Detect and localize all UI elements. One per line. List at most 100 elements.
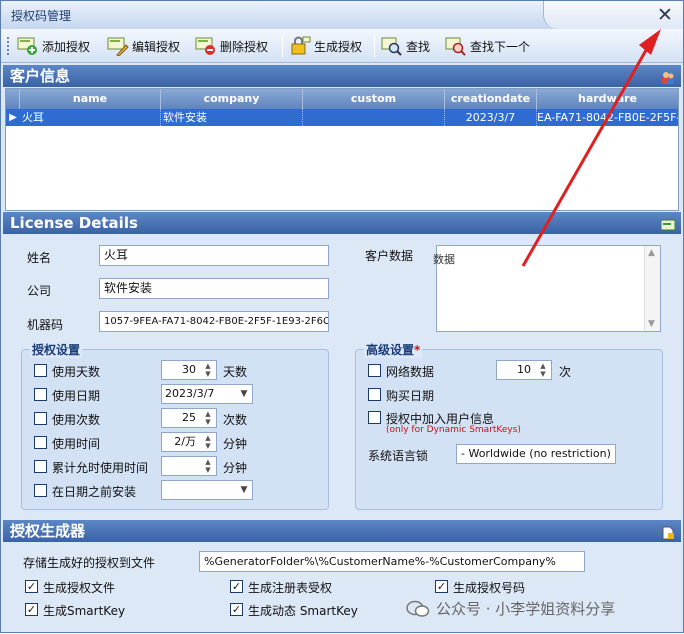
delete-license-label: 删除授权: [220, 39, 269, 54]
gen-license-file-label: 生成授权文件: [43, 581, 116, 595]
company-field[interactable]: 软件安装: [99, 278, 329, 299]
auth-settings-group: 授权设置 使用天数 30 ▲ ▼ 天数 使用日期 2023/3/7 ▼ 使用次数 25…: [21, 341, 329, 510]
customer-section-title: 客户信息: [10, 67, 71, 85]
cell-creationdate[interactable]: 2023/3/7: [445, 109, 537, 126]
use-date-label: 使用日期: [52, 389, 101, 403]
use-time-spinner[interactable]: 2/万 ▲ ▼: [161, 432, 217, 452]
wechat-logo-icon: [406, 599, 430, 619]
column-header-creationdate[interactable]: creationdate: [445, 89, 537, 109]
buy-date-checkbox[interactable]: [368, 388, 381, 401]
use-days-label: 使用天数: [52, 365, 101, 379]
license-section-header: License Details: [3, 212, 681, 234]
use-date-value: 2023/3/7: [165, 387, 215, 400]
save-path-field[interactable]: %GeneratorFolder%\%CustomerName%-%Custom…: [199, 551, 585, 572]
find-next-label: 查找下一个: [470, 39, 531, 54]
toolbar-grip[interactable]: [7, 37, 10, 55]
cumulative-time-unit: 分钟: [223, 461, 248, 475]
spinner-arrows-icon[interactable]: ▲ ▼: [536, 362, 550, 378]
window-title: 授权码管理: [11, 9, 72, 23]
use-date-picker[interactable]: 2023/3/7 ▼: [161, 384, 253, 404]
language-lock-select[interactable]: - Worldwide (no restriction): [456, 444, 616, 464]
use-count-spinner[interactable]: 25 ▲ ▼: [161, 408, 217, 428]
user-info-checkbox[interactable]: [368, 411, 381, 424]
machine-code-label: 机器码: [27, 318, 64, 332]
watermark: 公众号 · 小李学姐资料分享: [406, 598, 615, 619]
use-time-checkbox[interactable]: [34, 436, 47, 449]
edit-license-button[interactable]: 编辑授权: [107, 33, 180, 59]
spinner-arrows-icon[interactable]: ▲ ▼: [201, 410, 215, 426]
language-lock-label: 系统语言锁: [368, 449, 429, 463]
gen-license-file-checkbox[interactable]: ✓: [25, 580, 38, 593]
table-row[interactable]: ▶ 火耳 软件安装 2023/3/7 EA-FA71-8042-FB0E-2F5…: [6, 109, 678, 126]
gen-smartkey-label: 生成SmartKey: [43, 604, 126, 618]
row-selector[interactable]: ▶: [6, 109, 20, 126]
find-icon: [381, 36, 403, 56]
scroll-down-icon[interactable]: ▼: [648, 319, 655, 329]
advanced-settings-title: 高级设置*: [364, 341, 423, 358]
gen-registry-label: 生成注册表受权: [248, 581, 333, 595]
find-next-icon: [445, 36, 467, 56]
find-label: 查找: [406, 39, 431, 54]
auth-settings-title: 授权设置: [30, 341, 83, 358]
network-data-label: 网络数据: [386, 365, 435, 379]
cumulative-time-spinner[interactable]: ▲ ▼: [161, 456, 217, 476]
use-count-checkbox[interactable]: [34, 412, 47, 425]
license-card-icon: [660, 216, 676, 231]
toolbar: 添加授权 编辑授权 删除授权 生成授权 查找 查找下一个: [1, 29, 683, 63]
spinner-arrows-icon[interactable]: ▲ ▼: [201, 362, 215, 378]
use-days-unit: 天数: [223, 365, 248, 379]
delete-license-icon: [195, 36, 217, 56]
find-button[interactable]: 查找: [381, 33, 430, 59]
column-header-company[interactable]: company: [161, 89, 303, 109]
title-bar[interactable]: 授权码管理 ✕: [1, 1, 683, 29]
column-header-custom[interactable]: custom: [303, 89, 445, 109]
edit-license-icon: [107, 36, 129, 57]
user-info-note: (only for Dynamic SmartKeys): [386, 425, 521, 435]
advanced-settings-group: 高级设置* 网络数据 10 ▲ ▼ 次 购买日期 授权中加入用户信息 (only f…: [355, 341, 663, 510]
install-before-picker[interactable]: ▼: [161, 480, 253, 500]
spinner-arrows-icon[interactable]: ▲ ▼: [201, 458, 215, 474]
close-button[interactable]: ✕: [653, 4, 677, 26]
generate-license-button[interactable]: 生成授权: [289, 33, 362, 59]
network-data-checkbox[interactable]: [368, 364, 381, 377]
customer-section-header: 客户信息: [3, 65, 681, 87]
cell-company[interactable]: 软件安装: [161, 109, 303, 126]
license-section-title: License Details: [10, 214, 138, 232]
cell-name[interactable]: 火耳: [20, 109, 161, 126]
delete-license-button[interactable]: 删除授权: [195, 33, 268, 59]
cell-hardware[interactable]: EA-FA71-8042-FB0E-2F5F-1E: [537, 109, 678, 126]
use-days-spinner[interactable]: 30 ▲ ▼: [161, 360, 217, 380]
chevron-down-icon[interactable]: ▼: [238, 483, 250, 497]
customer-data-label: 客户数据: [365, 249, 414, 263]
cumulative-time-checkbox[interactable]: [34, 460, 47, 473]
machine-code-field[interactable]: 1057-9FEA-FA71-8042-FB0E-2F5F-1E93-2F6C: [99, 311, 329, 332]
use-count-unit: 次数: [223, 413, 248, 427]
find-next-button[interactable]: 查找下一个: [445, 33, 530, 59]
network-data-spinner[interactable]: 10 ▲ ▼: [496, 360, 552, 380]
cell-custom[interactable]: [303, 109, 445, 126]
generator-section-title: 授权生成器: [10, 522, 86, 540]
customer-grid[interactable]: name company custom creationdate hardwar…: [5, 88, 679, 211]
spinner-arrows-icon[interactable]: ▲ ▼: [201, 434, 215, 450]
install-before-checkbox[interactable]: [34, 484, 47, 497]
use-date-checkbox[interactable]: [34, 388, 47, 401]
grid-corner: [6, 89, 20, 109]
add-license-button[interactable]: 添加授权: [17, 33, 90, 59]
gen-dynamic-smartkey-checkbox[interactable]: ✓: [230, 603, 243, 616]
chevron-down-icon[interactable]: ▼: [238, 387, 250, 401]
add-license-icon: [17, 36, 39, 56]
add-license-label: 添加授权: [42, 39, 91, 54]
gen-dynamic-smartkey-label: 生成动态 SmartKey: [248, 604, 358, 618]
use-days-checkbox[interactable]: [34, 364, 47, 377]
customer-data-scrollbar[interactable]: ▲ ▼: [644, 246, 660, 331]
gen-registry-checkbox[interactable]: ✓: [230, 580, 243, 593]
name-field[interactable]: 火耳: [99, 245, 329, 266]
scroll-up-icon[interactable]: ▲: [648, 248, 655, 258]
customer-data-textarea[interactable]: 数据 ▲ ▼: [433, 245, 661, 332]
column-header-name[interactable]: name: [20, 89, 161, 109]
column-header-hardware[interactable]: hardware: [537, 89, 678, 109]
gen-smartkey-checkbox[interactable]: ✓: [25, 603, 38, 616]
gen-license-number-checkbox[interactable]: ✓: [435, 580, 448, 593]
license-manager-window: 授权码管理 ✕ 添加授权 编辑授权 删除授权 生成授权 查找 查找下一个 客户信…: [0, 0, 684, 633]
network-data-unit: 次: [559, 365, 572, 379]
